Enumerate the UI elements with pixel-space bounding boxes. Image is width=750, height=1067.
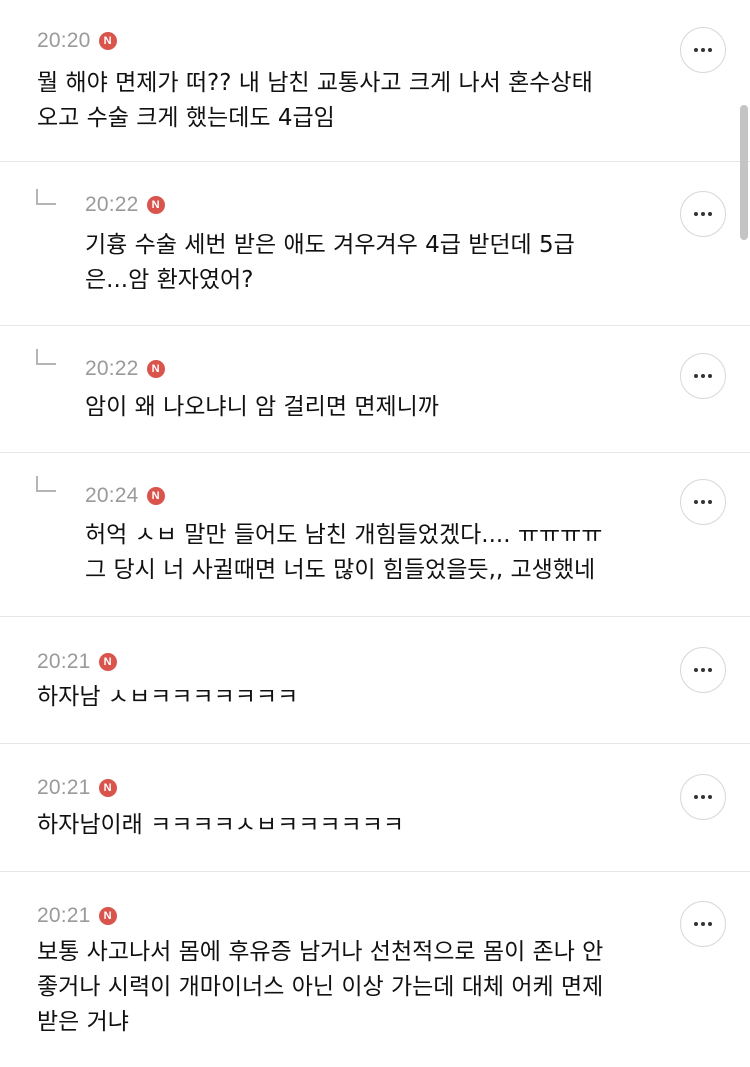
new-badge: N bbox=[98, 32, 117, 50]
new-badge: N bbox=[98, 653, 117, 671]
comment-meta: 20:21 N bbox=[37, 776, 117, 800]
more-options-button[interactable] bbox=[680, 353, 726, 399]
comment-text: 보통 사고나서 몸에 후유증 남거나 선천적으로 몸이 존나 안 좋거나 시력이… bbox=[37, 939, 604, 1035]
comment-meta: 20:22 N bbox=[85, 357, 165, 381]
comment-time: 20:22 bbox=[85, 193, 139, 216]
new-badge: N bbox=[146, 487, 165, 505]
new-badge: N bbox=[146, 196, 165, 214]
comment-time: 20:24 bbox=[85, 484, 139, 507]
more-options-button[interactable] bbox=[680, 191, 726, 237]
comment-time: 20:22 bbox=[85, 357, 139, 380]
more-horizontal-icon bbox=[694, 500, 712, 504]
comment-item: 20:21 N 보통 사고나서 몸에 후유증 남거나 선천적으로 몸이 존나 안… bbox=[0, 872, 750, 1067]
comment-text: 허억 ㅅㅂ 말만 들어도 남친 개힘들었겠다.... ㅠㅠㅠㅠ 그 당시 너 사… bbox=[85, 522, 603, 583]
reply-item: 20:22 N 기흉 수술 세번 받은 애도 겨우겨우 4급 받던데 5급 은.… bbox=[0, 162, 750, 326]
comment-time: 20:21 bbox=[37, 776, 91, 799]
comment-text: 기흉 수술 세번 받은 애도 겨우겨우 4급 받던데 5급 은...암 환자였어… bbox=[85, 232, 575, 293]
comment-item: 20:21 N 하자남이래 ㅋㅋㅋㅋㅅㅂㅋㅋㅋㅋㅋㅋ bbox=[0, 744, 750, 872]
comment-meta: 20:21 N bbox=[37, 904, 117, 928]
reply-corner-icon bbox=[36, 349, 56, 365]
more-options-button[interactable] bbox=[680, 901, 726, 947]
reply-corner-icon bbox=[36, 476, 56, 492]
comment-text: 암이 왜 나오냐니 암 걸리면 면제니까 bbox=[85, 394, 439, 420]
more-horizontal-icon bbox=[694, 374, 712, 378]
comment-meta: 20:24 N bbox=[85, 484, 165, 508]
scrollbar[interactable] bbox=[740, 105, 748, 240]
new-badge: N bbox=[98, 779, 117, 797]
more-horizontal-icon bbox=[694, 922, 712, 926]
more-options-button[interactable] bbox=[680, 27, 726, 73]
more-options-button[interactable] bbox=[680, 479, 726, 525]
more-horizontal-icon bbox=[694, 795, 712, 799]
comment-text: 하자남 ㅅㅂㅋㅋㅋㅋㅋㅋㅋ bbox=[37, 684, 299, 710]
more-horizontal-icon bbox=[694, 668, 712, 672]
comment-meta: 20:22 N bbox=[85, 193, 165, 217]
comment-meta: 20:20 N bbox=[37, 29, 117, 53]
comment-meta: 20:21 N bbox=[37, 650, 117, 674]
comment-text: 뭘 해야 면제가 떠?? 내 남친 교통사고 크게 나서 혼수상태 오고 수술 … bbox=[37, 70, 593, 131]
comment-item: 20:21 N 하자남 ㅅㅂㅋㅋㅋㅋㅋㅋㅋ bbox=[0, 617, 750, 744]
comment-item: 20:20 N 뭘 해야 면제가 떠?? 내 남친 교통사고 크게 나서 혼수상… bbox=[0, 0, 750, 162]
more-horizontal-icon bbox=[694, 48, 712, 52]
new-badge: N bbox=[98, 907, 117, 925]
comment-time: 20:21 bbox=[37, 904, 91, 927]
new-badge: N bbox=[146, 360, 165, 378]
comment-time: 20:21 bbox=[37, 650, 91, 673]
comment-text: 하자남이래 ㅋㅋㅋㅋㅅㅂㅋㅋㅋㅋㅋㅋ bbox=[37, 812, 405, 838]
more-options-button[interactable] bbox=[680, 647, 726, 693]
reply-item: 20:22 N 암이 왜 나오냐니 암 걸리면 면제니까 bbox=[0, 326, 750, 453]
comment-time: 20:20 bbox=[37, 29, 91, 52]
more-horizontal-icon bbox=[694, 212, 712, 216]
more-options-button[interactable] bbox=[680, 774, 726, 820]
reply-corner-icon bbox=[36, 189, 56, 205]
reply-item: 20:24 N 허억 ㅅㅂ 말만 들어도 남친 개힘들었겠다.... ㅠㅠㅠㅠ … bbox=[0, 453, 750, 617]
